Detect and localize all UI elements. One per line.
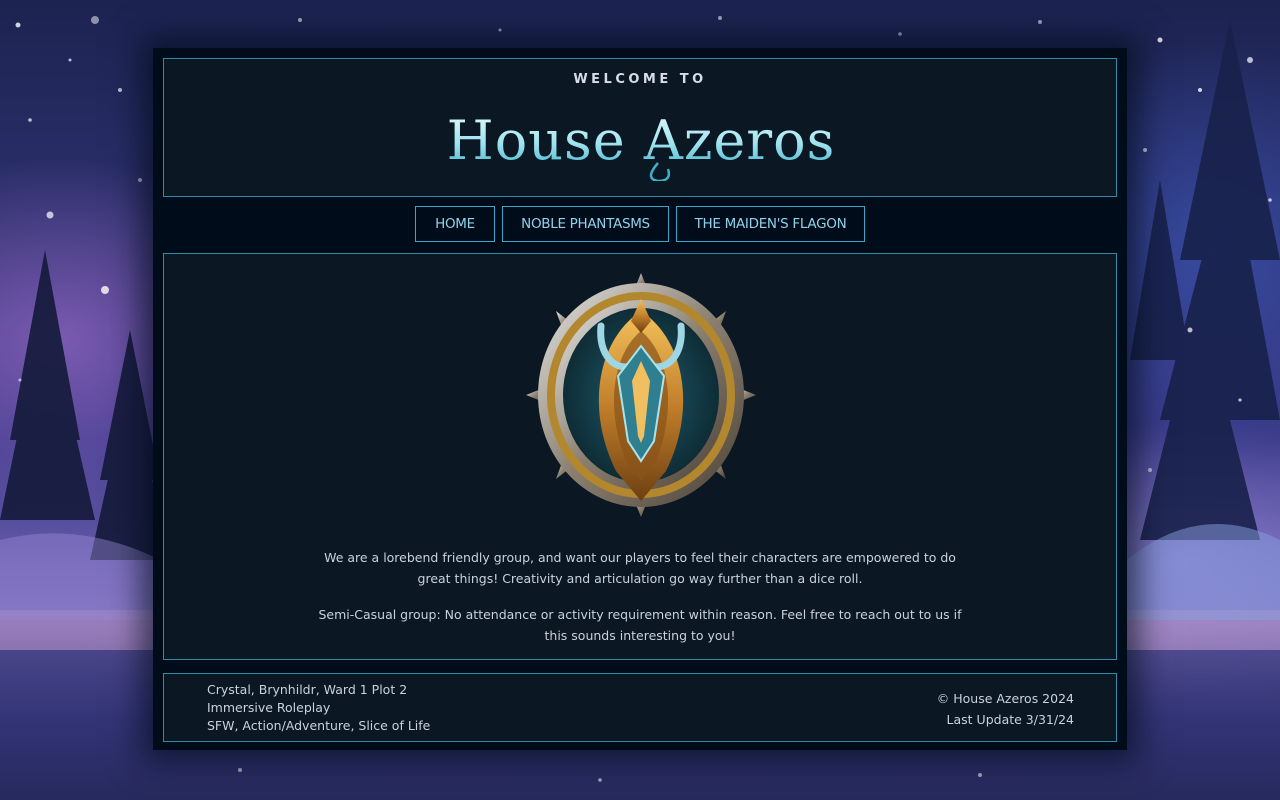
nav-maidens-flagon-button[interactable]: THE MAIDEN'S FLAGON <box>676 206 865 242</box>
footer-style: Immersive Roleplay <box>207 700 331 715</box>
casual-paragraph: Semi-Casual group: No attendance or acti… <box>318 607 962 643</box>
footer-panel: Crystal, Brynhildr, Ward 1 Plot 2 Immers… <box>163 673 1117 742</box>
welcome-text: WELCOME TO <box>573 72 707 87</box>
intro-paragraph: We are a lorebend friendly group, and wa… <box>324 550 956 586</box>
logo-title-text: House Azeros <box>447 109 836 172</box>
footer-genres: SFW, Action/Adventure, Slice of Life <box>207 718 431 733</box>
house-crest-emblem <box>526 273 756 517</box>
main-nav: HOME NOBLE PHANTASMS THE MAIDEN'S FLAGON <box>0 206 1280 242</box>
content-panel: We are a lorebend friendly group, and wa… <box>163 253 1117 660</box>
footer-last-update: Last Update 3/31/24 <box>946 712 1074 727</box>
header-panel: WELCOME TO House Azeros <box>163 58 1117 197</box>
footer-info: Crystal, Brynhildr, Ward 1 Plot 2 Immers… <box>207 681 430 735</box>
nav-home-button[interactable]: HOME <box>415 206 495 242</box>
nav-noble-phantasms-button[interactable]: NOBLE PHANTASMS <box>502 206 669 242</box>
footer-meta: © House Azeros 2024 Last Update 3/31/24 <box>937 688 1074 730</box>
footer-location: Crystal, Brynhildr, Ward 1 Plot 2 <box>207 682 408 697</box>
footer-copyright: © House Azeros 2024 <box>936 691 1074 706</box>
house-azeros-logo: House Azeros <box>447 109 836 181</box>
